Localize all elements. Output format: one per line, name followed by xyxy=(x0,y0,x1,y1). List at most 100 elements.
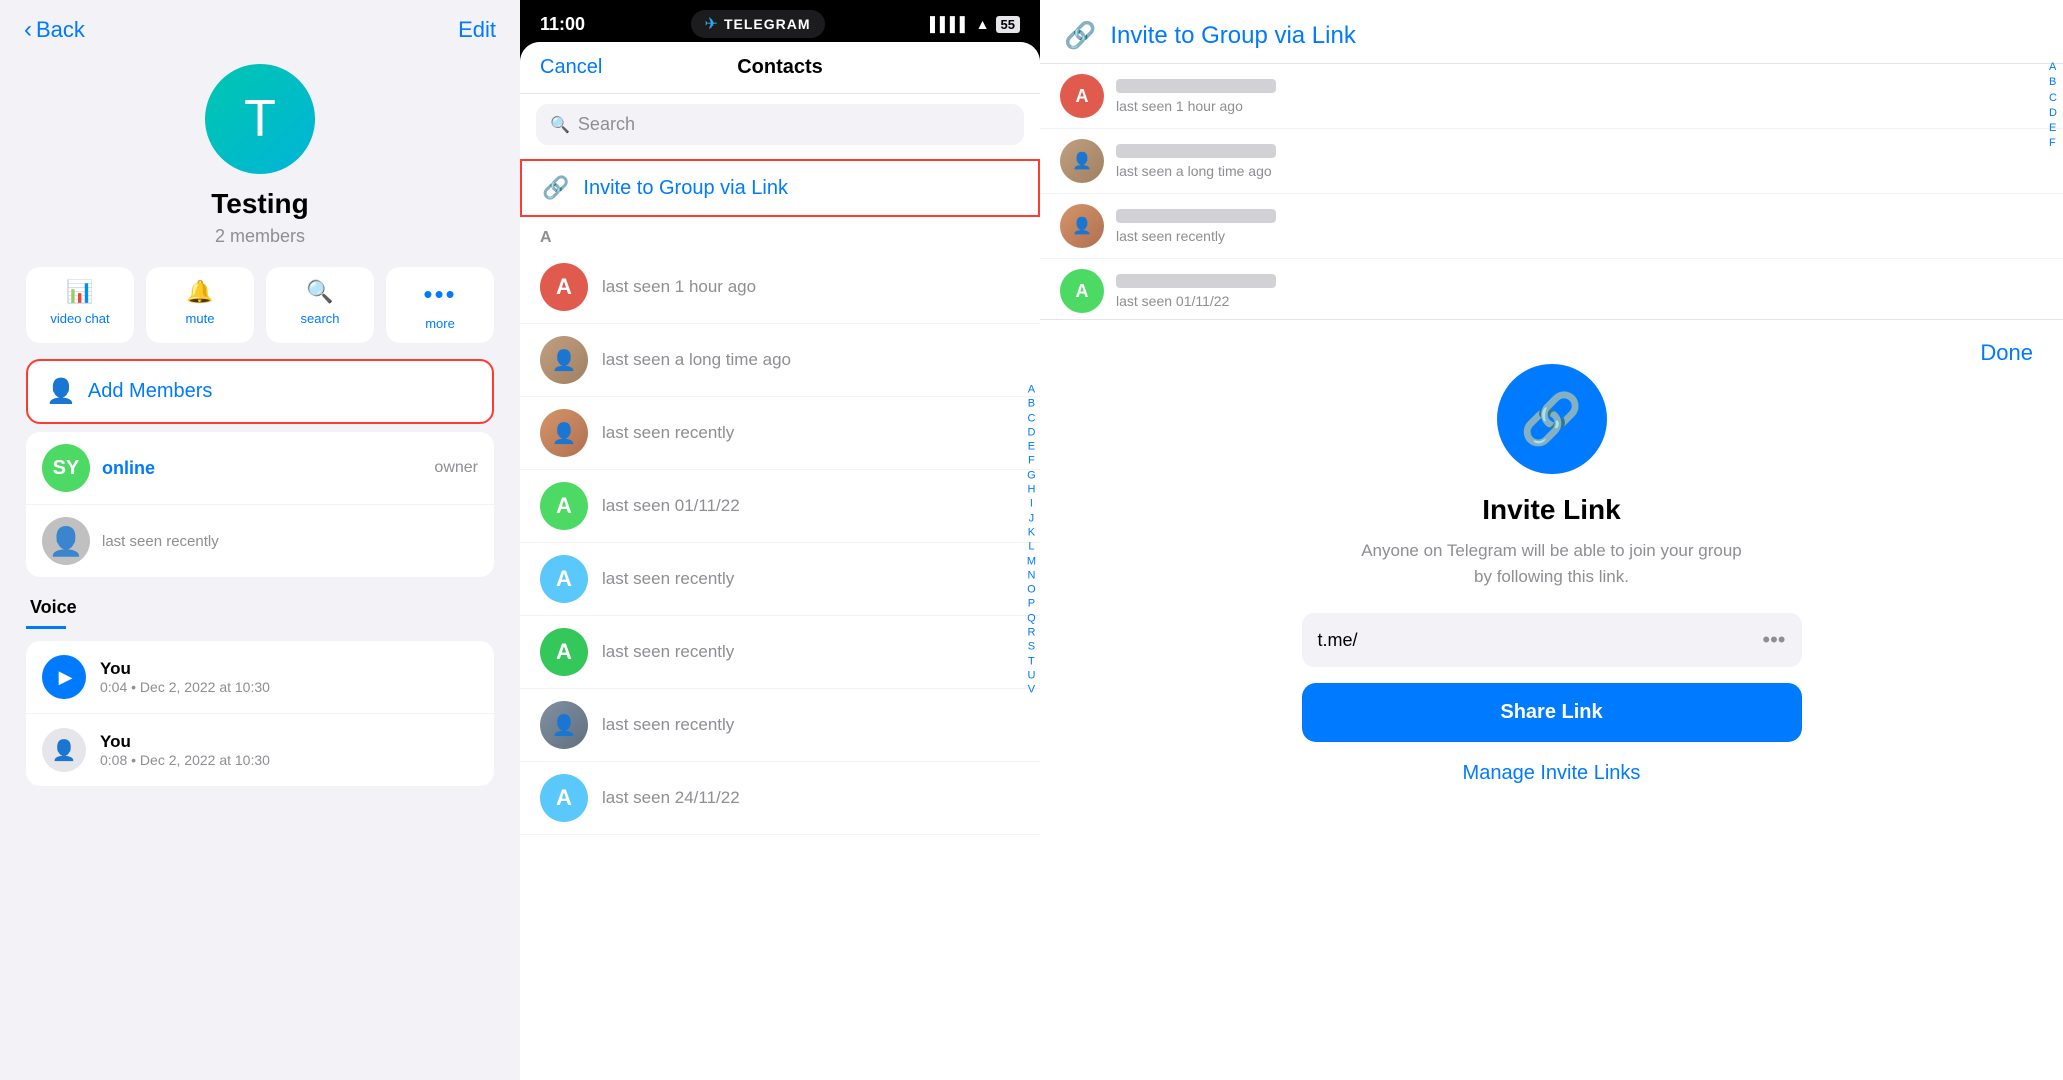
right-contact-info-3: last seen recently xyxy=(1116,209,2043,244)
sheet-title: Contacts xyxy=(700,56,860,79)
battery-indicator: 55 xyxy=(996,16,1020,33)
play-button-2[interactable]: 👤 xyxy=(42,728,86,772)
member-status-2: last seen recently xyxy=(102,533,478,550)
action-buttons: 📊 video chat 🔔 mute 🔍 search ••• more xyxy=(26,267,494,343)
contact-status-6: last seen recently xyxy=(602,642,734,662)
right-contact-item-2[interactable]: 👤 last seen a long time ago xyxy=(1040,129,2063,194)
member-info-2: last seen recently xyxy=(102,533,478,550)
search-bar[interactable]: 🔍 Search xyxy=(536,104,1024,145)
contact-status-5: last seen recently xyxy=(602,569,734,589)
right-contact-status-4: last seen 01/11/22 xyxy=(1116,293,2043,309)
search-icon-small: 🔍 xyxy=(550,115,570,135)
right-contact-status-2: last seen a long time ago xyxy=(1116,163,2043,179)
group-avatar-letter: T xyxy=(244,89,276,149)
contact-item-5[interactable]: A last seen recently xyxy=(520,543,1040,616)
contact-item-1[interactable]: A last seen 1 hour ago xyxy=(520,251,1040,324)
add-members-button[interactable]: 👤 Add Members xyxy=(28,361,492,422)
share-link-button[interactable]: Share Link xyxy=(1302,683,1802,742)
person-silhouette-icon: 👤 xyxy=(49,525,84,558)
contact-item-8[interactable]: A last seen 24/11/22 xyxy=(520,762,1040,835)
link-input-row: t.me/ ••• xyxy=(1302,613,1802,667)
right-contact-name-bar-4 xyxy=(1116,274,1276,288)
search-icon: 🔍 xyxy=(306,279,333,305)
edit-button[interactable]: Edit xyxy=(458,17,496,43)
voice-list: ▶ You 0:04 • Dec 2, 2022 at 10:30 👤 You … xyxy=(26,641,494,786)
middle-panel: 11:00 ✈ TELEGRAM ▌▌▌▌ ▲ 55 Cancel Contac… xyxy=(520,0,1040,1080)
mute-button[interactable]: 🔔 mute xyxy=(146,267,254,343)
contact-avatar-5: A xyxy=(540,555,588,603)
member-avatar-2: 👤 xyxy=(42,517,90,565)
wifi-icon: ▲ xyxy=(976,16,990,32)
voice-item-2[interactable]: 👤 You 0:08 • Dec 2, 2022 at 10:30 xyxy=(26,714,494,786)
search-label: search xyxy=(300,311,339,326)
voice-section: Voice ▶ You 0:04 • Dec 2, 2022 at 10:30 … xyxy=(26,597,494,786)
right-panel: 🔗 Invite to Group via Link A last seen 1… xyxy=(1040,0,2063,1080)
contact-status-1: last seen 1 hour ago xyxy=(602,277,756,297)
voice-info-1: You 0:04 • Dec 2, 2022 at 10:30 xyxy=(100,659,478,695)
video-chat-button[interactable]: 📊 video chat xyxy=(26,267,134,343)
done-button[interactable]: Done xyxy=(1980,340,2033,366)
status-time: 11:00 xyxy=(540,14,585,35)
contact-avatar-8: A xyxy=(540,774,588,822)
contact-item-3[interactable]: 👤 last seen recently xyxy=(520,397,1040,470)
contact-item-4[interactable]: A last seen 01/11/22 xyxy=(520,470,1040,543)
voice-meta-2: 0:08 • Dec 2, 2022 at 10:30 xyxy=(100,752,478,768)
right-contacts-list: A last seen 1 hour ago 👤 last seen a lon… xyxy=(1040,64,2063,320)
add-members-label: Add Members xyxy=(88,380,213,403)
contact-status-2: last seen a long time ago xyxy=(602,350,791,370)
play-button-1[interactable]: ▶ xyxy=(42,655,86,699)
contact-item-7[interactable]: 👤 last seen recently xyxy=(520,689,1040,762)
voice-name-2: You xyxy=(100,732,478,752)
right-contact-info-2: last seen a long time ago xyxy=(1116,144,2043,179)
contacts-section-a: A xyxy=(520,221,1040,251)
add-members-icon: 👤 xyxy=(46,377,76,406)
video-chat-label: video chat xyxy=(50,311,109,326)
telegram-label: TELEGRAM xyxy=(724,16,811,32)
phone-sheet: Cancel Contacts 🔍 Search 🔗 Invite to Gro… xyxy=(520,42,1040,1080)
link-options-button[interactable]: ••• xyxy=(1762,627,1785,653)
member-info-sy: online xyxy=(102,458,422,479)
contact-avatar-6: A xyxy=(540,628,588,676)
contact-avatar-2: 👤 xyxy=(540,336,588,384)
right-contact-item-3[interactable]: 👤 last seen recently xyxy=(1040,194,2063,259)
member-avatar-sy: SY xyxy=(42,444,90,492)
voice-item-1[interactable]: ▶ You 0:04 • Dec 2, 2022 at 10:30 xyxy=(26,641,494,714)
members-list: SY online owner 👤 last seen recently xyxy=(26,432,494,577)
contact-item-6[interactable]: A last seen recently xyxy=(520,616,1040,689)
link-input-text: t.me/ xyxy=(1318,630,1763,651)
invite-link-circle-icon: 🔗 xyxy=(1520,390,1582,449)
status-icons: ▌▌▌▌ ▲ 55 xyxy=(930,16,1020,33)
right-contact-name-bar-2 xyxy=(1116,144,1276,158)
right-contact-item-4[interactable]: A last seen 01/11/22 xyxy=(1040,259,2063,320)
invite-link-row[interactable]: 🔗 Invite to Group via Link xyxy=(520,159,1040,217)
play-icon-1: ▶ xyxy=(59,667,73,688)
contact-avatar-3: 👤 xyxy=(540,409,588,457)
search-button[interactable]: 🔍 search xyxy=(266,267,374,343)
invite-link-description: Anyone on Telegram will be able to join … xyxy=(1352,538,1752,589)
contact-avatar-7: 👤 xyxy=(540,701,588,749)
cancel-button[interactable]: Cancel xyxy=(540,56,700,79)
video-chat-icon: 📊 xyxy=(66,279,93,305)
right-alphabet-index: A B C D E F xyxy=(2049,60,2057,151)
contact-list: A last seen 1 hour ago 👤 last seen a lon… xyxy=(520,251,1040,1080)
more-button[interactable]: ••• more xyxy=(386,267,494,343)
right-contact-name-bar-1 xyxy=(1116,79,1276,93)
right-contact-avatar-3: 👤 xyxy=(1060,204,1104,248)
member-item-2[interactable]: 👤 last seen recently xyxy=(26,505,494,577)
member-item[interactable]: SY online owner xyxy=(26,432,494,505)
back-button[interactable]: ‹ Back xyxy=(24,16,85,44)
telegram-icon: ✈ xyxy=(705,14,718,34)
member-role-sy: owner xyxy=(434,459,478,477)
right-contact-avatar-4: A xyxy=(1060,269,1104,313)
invite-link-icon: 🔗 xyxy=(542,175,569,201)
contact-item-2[interactable]: 👤 last seen a long time ago xyxy=(520,324,1040,397)
right-contact-info-1: last seen 1 hour ago xyxy=(1116,79,2043,114)
add-members-container: 👤 Add Members xyxy=(26,359,494,424)
right-top-header: 🔗 Invite to Group via Link xyxy=(1040,0,2063,64)
right-contact-status-3: last seen recently xyxy=(1116,228,2043,244)
right-contact-photo-3: 👤 xyxy=(1072,216,1092,236)
sheet-header: Cancel Contacts xyxy=(520,42,1040,94)
right-contact-item-1[interactable]: A last seen 1 hour ago xyxy=(1040,64,2063,129)
right-contact-status-1: last seen 1 hour ago xyxy=(1116,98,2043,114)
manage-invite-links-button[interactable]: Manage Invite Links xyxy=(1463,762,1641,785)
